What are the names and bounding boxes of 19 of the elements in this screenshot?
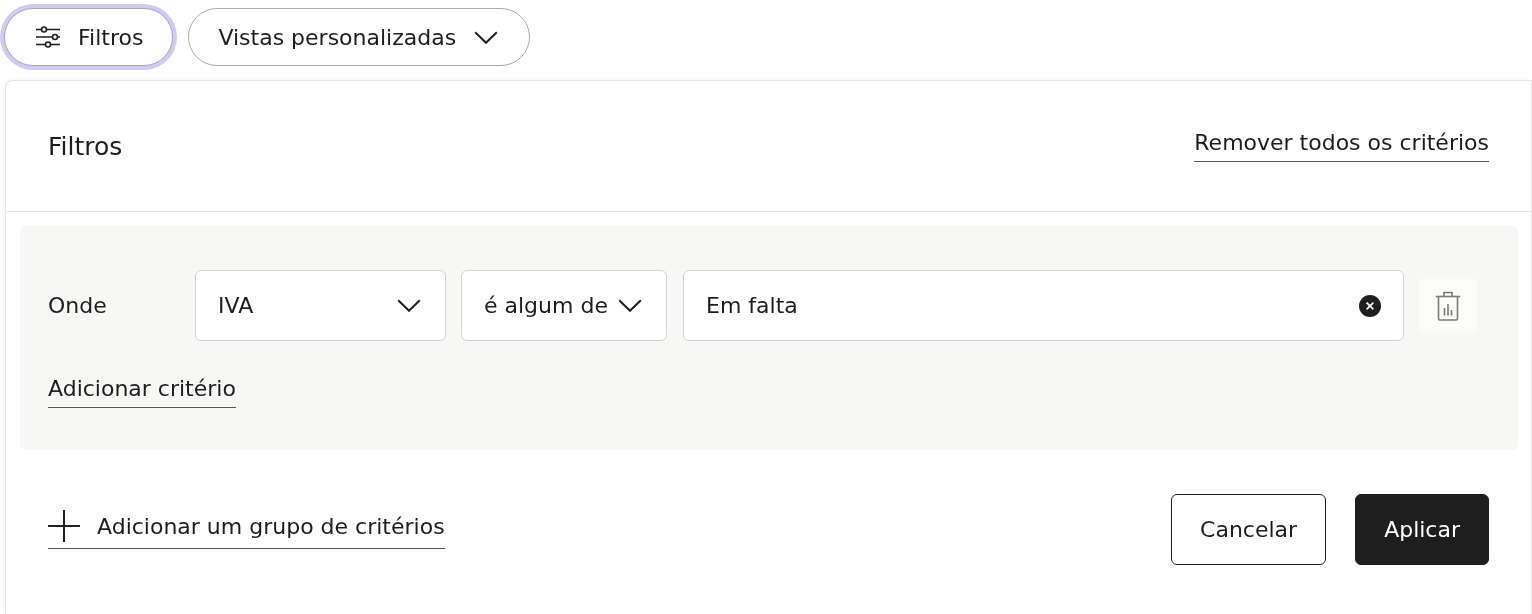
chevron-down-icon: [474, 30, 499, 44]
apply-button[interactable]: Aplicar: [1355, 494, 1489, 565]
panel-title: Filtros: [48, 131, 123, 161]
remove-all-link[interactable]: Remover todos os critérios: [1194, 130, 1489, 162]
field-select[interactable]: IVA: [195, 270, 446, 341]
delete-button[interactable]: [1419, 276, 1477, 335]
chevron-down-icon: [397, 299, 421, 312]
value-field[interactable]: Em falta: [683, 270, 1404, 341]
trash-icon: [1435, 290, 1461, 321]
clear-icon[interactable]: [1359, 294, 1381, 317]
add-criterion-link[interactable]: Adicionar critério: [48, 376, 236, 408]
sliders-icon: [36, 26, 60, 48]
cancel-button[interactable]: Cancelar: [1171, 494, 1327, 565]
views-dropdown[interactable]: Vistas personalizadas: [188, 8, 531, 66]
operator-select[interactable]: é algum de: [461, 270, 667, 341]
plus-icon: [48, 510, 80, 542]
chevron-down-icon: [618, 299, 642, 312]
add-group-link[interactable]: Adicionar um grupo de critérios: [48, 510, 445, 549]
where-label: Onde: [48, 293, 108, 318]
